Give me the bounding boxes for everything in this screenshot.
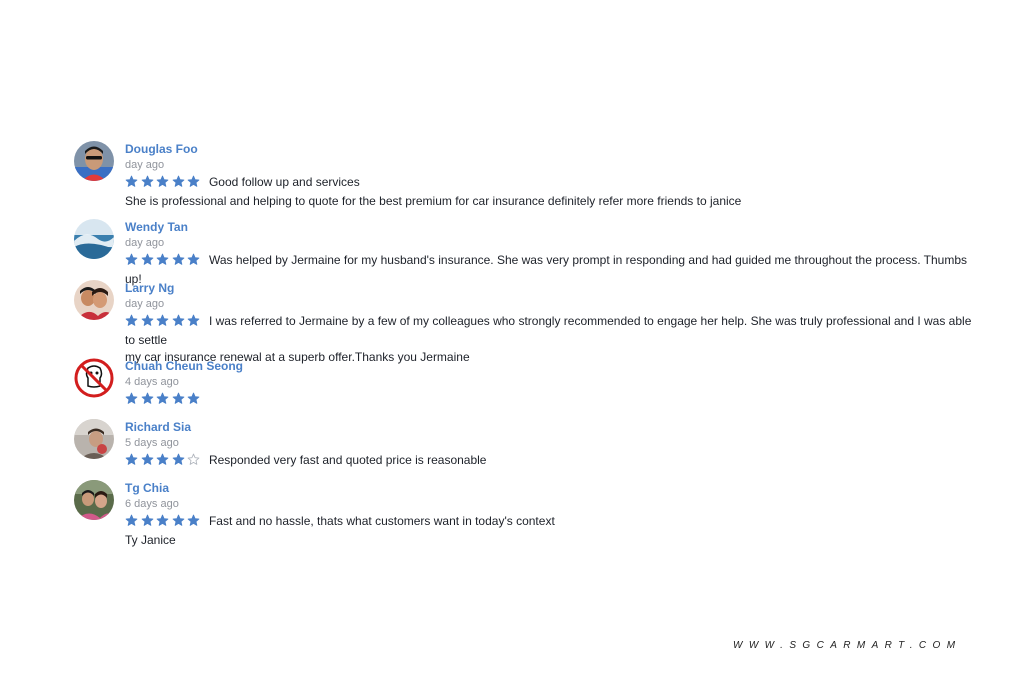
star-rating	[125, 175, 203, 193]
star-rating	[125, 392, 203, 410]
star-filled-icon	[172, 392, 185, 405]
avatar[interactable]	[74, 358, 114, 398]
review-item: Richard Sia 5 days ago Responded very fa…	[74, 418, 974, 479]
star-filled-icon	[125, 453, 138, 466]
star-filled-icon	[187, 175, 200, 188]
avatar[interactable]	[74, 480, 114, 520]
star-rating	[125, 514, 203, 532]
reviewer-name-link[interactable]: Wendy Tan	[125, 218, 974, 236]
review-text: Responded very fast and quoted price is …	[208, 453, 487, 467]
star-filled-icon	[156, 453, 169, 466]
site-watermark: WWW.SGCARMART.COM	[733, 640, 962, 651]
review-timestamp[interactable]: 4 days ago	[125, 375, 974, 390]
review-item: Chuah Cheun Seong 4 days ago	[74, 357, 974, 418]
review-text: I was referred to Jermaine by a few of m…	[125, 314, 972, 347]
star-filled-icon	[125, 514, 138, 527]
review-text: Fast and no hassle, thats what customers…	[208, 514, 555, 528]
star-filled-icon	[125, 175, 138, 188]
reviews-list: Douglas Foo day ago Good follow up and s…	[74, 140, 974, 547]
review-text: Good follow up and services	[208, 175, 360, 189]
avatar[interactable]	[74, 141, 114, 181]
review-timestamp[interactable]: day ago	[125, 236, 974, 251]
review-item: Larry Ng day ago I was referred to Jerma…	[74, 279, 974, 364]
star-rating	[125, 253, 203, 271]
star-filled-icon	[125, 314, 138, 327]
review-timestamp[interactable]: 6 days ago	[125, 497, 974, 512]
star-empty-icon	[187, 453, 200, 466]
star-filled-icon	[141, 175, 154, 188]
avatar[interactable]	[74, 280, 114, 320]
star-filled-icon	[172, 314, 185, 327]
reviewer-name-link[interactable]: Larry Ng	[125, 279, 974, 297]
star-filled-icon	[125, 253, 138, 266]
reviewer-name-link[interactable]: Chuah Cheun Seong	[125, 357, 974, 375]
star-filled-icon	[156, 175, 169, 188]
review-text-continuation: Ty Janice	[125, 533, 176, 547]
review-item: Tg Chia 6 days ago Fast and no hassle, t…	[74, 479, 974, 547]
star-filled-icon	[172, 253, 185, 266]
star-filled-icon	[172, 453, 185, 466]
star-filled-icon	[141, 453, 154, 466]
review-timestamp[interactable]: day ago	[125, 158, 974, 173]
star-filled-icon	[187, 392, 200, 405]
review-text-continuation: She is professional and helping to quote…	[125, 194, 742, 208]
star-filled-icon	[187, 514, 200, 527]
review-timestamp[interactable]: day ago	[125, 297, 974, 312]
review-item: Douglas Foo day ago Good follow up and s…	[74, 140, 974, 208]
star-rating	[125, 314, 203, 332]
star-filled-icon	[141, 253, 154, 266]
star-filled-icon	[141, 514, 154, 527]
star-filled-icon	[187, 253, 200, 266]
star-filled-icon	[156, 253, 169, 266]
avatar[interactable]	[74, 219, 114, 259]
avatar[interactable]	[74, 419, 114, 459]
star-filled-icon	[156, 314, 169, 327]
star-filled-icon	[141, 314, 154, 327]
review-item: Wendy Tan day ago Was helped by Jermaine…	[74, 218, 974, 286]
star-filled-icon	[156, 392, 169, 405]
star-filled-icon	[187, 314, 200, 327]
star-filled-icon	[125, 392, 138, 405]
reviewer-name-link[interactable]: Richard Sia	[125, 418, 974, 436]
reviewer-name-link[interactable]: Douglas Foo	[125, 140, 974, 158]
reviewer-name-link[interactable]: Tg Chia	[125, 479, 974, 497]
star-filled-icon	[156, 514, 169, 527]
review-timestamp[interactable]: 5 days ago	[125, 436, 974, 451]
star-rating	[125, 453, 203, 471]
star-filled-icon	[172, 514, 185, 527]
star-filled-icon	[172, 175, 185, 188]
star-filled-icon	[141, 392, 154, 405]
